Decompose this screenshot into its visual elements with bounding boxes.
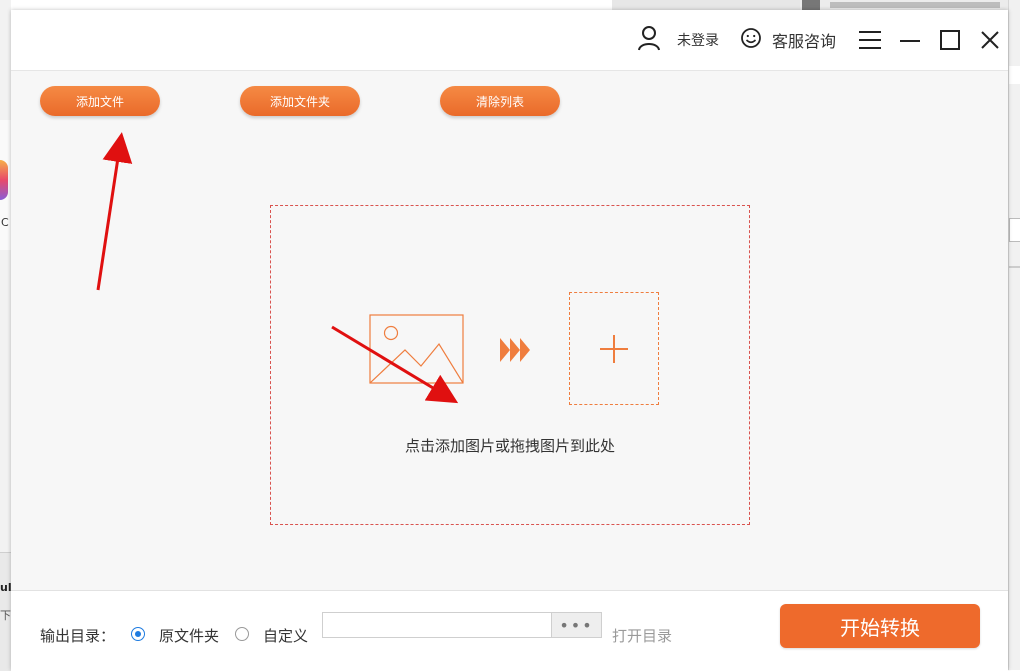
minimize-icon (900, 40, 920, 42)
radio-original-folder[interactable] (131, 627, 145, 641)
background-window-tab (800, 0, 1010, 10)
clear-list-button[interactable]: 清除列表 (440, 86, 560, 116)
add-folder-button[interactable]: 添加文件夹 (240, 86, 360, 116)
close-button[interactable] (975, 20, 1005, 60)
add-image-slot[interactable] (569, 292, 659, 405)
radio-custom-folder[interactable] (235, 627, 249, 641)
image-drop-zone[interactable]: 点击添加图片或拖拽图片到此处 (270, 205, 750, 525)
menu-button[interactable] (855, 20, 885, 60)
open-directory-link[interactable]: 打开目录 (612, 625, 672, 646)
hamburger-icon (859, 31, 881, 49)
maximize-button[interactable] (935, 20, 965, 60)
background-window-right (1008, 0, 1020, 670)
customer-service-button[interactable]: 客服咨询 (740, 20, 836, 60)
bottom-bar: 输出目录： 原文件夹 自定义 ••• 打开目录 开始转换 (11, 590, 1008, 671)
login-status-label: 未登录 (677, 33, 719, 49)
customer-service-label: 客服咨询 (772, 32, 837, 51)
browse-button[interactable]: ••• (552, 612, 602, 638)
fast-forward-icon (500, 338, 530, 362)
background-app-icon (0, 160, 8, 200)
plus-icon (600, 335, 628, 363)
add-file-button[interactable]: 添加文件 (40, 86, 160, 116)
background-window-left: C ul 下 (0, 0, 12, 671)
radio-custom-folder-label[interactable]: 自定义 (263, 625, 308, 646)
output-path-input[interactable] (322, 612, 552, 638)
close-icon (981, 31, 999, 49)
radio-original-folder-label[interactable]: 原文件夹 (159, 625, 219, 646)
image-placeholder-icon (369, 314, 464, 384)
maximize-icon (940, 30, 960, 50)
title-bar: 未登录 客服咨询 (11, 10, 1008, 71)
smiley-icon (740, 27, 762, 53)
drop-zone-hint: 点击添加图片或拖拽图片到此处 (404, 437, 615, 455)
minimize-button[interactable] (895, 20, 925, 60)
start-convert-button[interactable]: 开始转换 (780, 604, 980, 648)
user-icon (637, 25, 661, 55)
output-directory-label: 输出目录： (40, 627, 116, 645)
app-window: 未登录 客服咨询 添加文件 添加文件夹 清除列表 点击添加图片或拖拽图片到此处 … (11, 10, 1008, 671)
login-status[interactable]: 未登录 (637, 20, 719, 60)
